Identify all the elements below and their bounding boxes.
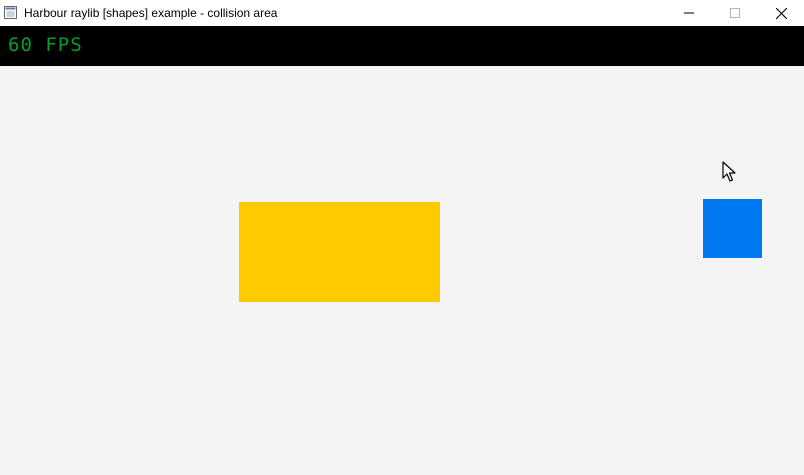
maximize-button[interactable] — [712, 0, 758, 26]
title-bar[interactable]: Harbour raylib [shapes] example - collis… — [0, 0, 804, 26]
mouse-pointer-icon — [722, 161, 736, 182]
static-rectangle — [239, 202, 440, 302]
app-icon — [4, 6, 17, 19]
close-icon — [775, 7, 787, 19]
maximize-icon — [730, 8, 740, 18]
app-window: Harbour raylib [shapes] example - collis… — [0, 0, 804, 475]
fps-bar: 60 FPS — [0, 26, 804, 66]
fps-counter: 60 FPS — [8, 34, 83, 56]
close-button[interactable] — [758, 0, 804, 26]
moving-box[interactable] — [703, 199, 762, 258]
minimize-icon — [684, 12, 694, 14]
game-canvas[interactable] — [0, 66, 804, 475]
window-title: Harbour raylib [shapes] example - collis… — [24, 6, 278, 20]
minimize-button[interactable] — [666, 0, 712, 26]
